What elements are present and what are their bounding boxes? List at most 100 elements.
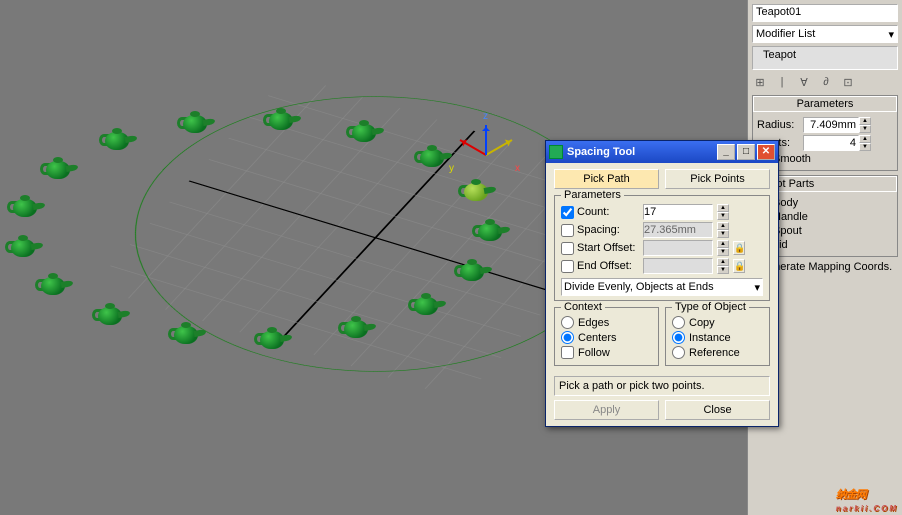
teapot-instance[interactable] xyxy=(5,195,45,221)
radius-label: Radius: xyxy=(757,119,801,131)
group-label-type: Type of Object xyxy=(672,301,749,313)
type-instance-radio[interactable] xyxy=(672,331,685,344)
apply-button[interactable]: Apply xyxy=(554,400,659,420)
spin-up-icon[interactable]: ▲ xyxy=(717,240,729,248)
group-label-context: Context xyxy=(561,301,605,313)
group-context: Context Edges Centers Follow xyxy=(554,307,659,366)
teapot-instance[interactable] xyxy=(166,322,206,348)
modifier-list-dropdown[interactable]: Modifier List ▾ xyxy=(752,25,898,43)
teapot-instance[interactable] xyxy=(336,316,376,342)
context-edges-radio[interactable] xyxy=(561,316,574,329)
close-dialog-button[interactable]: Close xyxy=(665,400,770,420)
mapping-coords-label: enerate Mapping Coords. xyxy=(768,261,892,273)
spin-down-icon[interactable]: ▼ xyxy=(717,266,729,274)
spin-down-icon[interactable]: ▼ xyxy=(717,230,729,238)
spacing-input[interactable] xyxy=(643,222,713,238)
count-input[interactable] xyxy=(643,204,713,220)
modifier-stack[interactable]: Teapot xyxy=(752,46,898,70)
rollout-header-parameters[interactable]: Parameters xyxy=(753,96,897,112)
end-offset-label: End Offset: xyxy=(577,260,632,272)
spacing-mode-value: Divide Evenly, Objects at Ends xyxy=(564,281,714,293)
teapot-instance[interactable] xyxy=(38,157,78,183)
object-name-field[interactable]: Teapot01 xyxy=(752,4,898,22)
end-offset-input[interactable] xyxy=(643,258,713,274)
radius-input[interactable] xyxy=(803,117,859,133)
spacing-mode-dropdown[interactable]: Divide Evenly, Objects at Ends ▾ xyxy=(561,278,763,296)
start-offset-input[interactable] xyxy=(643,240,713,256)
axis-label-y: y xyxy=(449,163,454,174)
segments-input[interactable] xyxy=(803,135,859,151)
spacing-checkbox[interactable] xyxy=(561,224,574,237)
context-centers-radio[interactable] xyxy=(561,331,574,344)
maximize-button[interactable]: □ xyxy=(737,144,755,160)
spin-down-icon[interactable]: ▼ xyxy=(717,248,729,256)
teapot-instance[interactable] xyxy=(90,303,130,329)
modifier-list-label: Modifier List xyxy=(756,28,815,40)
type-instance-label: Instance xyxy=(689,332,731,344)
count-checkbox[interactable] xyxy=(561,206,574,219)
spin-down-icon[interactable]: ▼ xyxy=(859,143,871,151)
spin-up-icon[interactable]: ▲ xyxy=(717,204,729,212)
end-offset-checkbox[interactable] xyxy=(561,260,574,273)
teapot-instance[interactable] xyxy=(3,235,43,261)
dialog-titlebar[interactable]: Spacing Tool _ □ ✕ xyxy=(546,141,778,163)
start-offset-checkbox[interactable] xyxy=(561,242,574,255)
teapot-instance[interactable] xyxy=(452,259,492,285)
make-unique-icon[interactable]: ∂ xyxy=(818,76,834,89)
teapot-instance[interactable] xyxy=(97,128,137,154)
group-type-of-object: Type of Object Copy Instance Reference xyxy=(665,307,770,366)
gizmo-x-axis[interactable] xyxy=(460,139,487,156)
teapot-instance[interactable] xyxy=(33,273,73,299)
show-end-result-icon[interactable]: ∀ xyxy=(796,76,812,89)
teapot-instance[interactable] xyxy=(412,145,452,171)
type-copy-radio[interactable] xyxy=(672,316,685,329)
stack-item-teapot[interactable]: Teapot xyxy=(763,49,796,61)
spin-up-icon[interactable]: ▲ xyxy=(717,258,729,266)
spin-down-icon[interactable]: ▼ xyxy=(859,125,871,133)
spin-up-icon[interactable]: ▲ xyxy=(859,135,871,143)
axis-label-x: x xyxy=(515,163,520,174)
spin-up-icon[interactable]: ▲ xyxy=(717,222,729,230)
segments-spinner[interactable]: ▲▼ xyxy=(803,135,871,151)
context-centers-label: Centers xyxy=(578,332,617,344)
status-text: Pick a path or pick two points. xyxy=(554,376,770,396)
context-edges-label: Edges xyxy=(578,317,609,329)
teapot-instance[interactable] xyxy=(344,120,384,146)
spacing-tool-dialog[interactable]: Spacing Tool _ □ ✕ Pick Path Pick Points… xyxy=(545,140,779,427)
type-reference-radio[interactable] xyxy=(672,346,685,359)
spin-up-icon[interactable]: ▲ xyxy=(859,117,871,125)
configure-sets-icon[interactable]: ⊡ xyxy=(840,76,856,89)
context-follow-checkbox[interactable] xyxy=(561,346,574,359)
teapot-instance[interactable] xyxy=(175,111,215,137)
spacing-label: Spacing: xyxy=(577,224,620,236)
spin-down-icon[interactable]: ▼ xyxy=(717,212,729,220)
count-label: Count: xyxy=(577,206,609,218)
teapot-instance[interactable] xyxy=(406,293,446,319)
lock-icon[interactable]: 🔒 xyxy=(733,241,745,255)
pick-path-button[interactable]: Pick Path xyxy=(554,169,659,189)
teapot-instance[interactable] xyxy=(470,219,510,245)
context-follow-label: Follow xyxy=(578,347,610,359)
chevron-down-icon: ▾ xyxy=(754,281,760,294)
radius-spinner[interactable]: ▲▼ xyxy=(803,117,871,133)
minimize-button[interactable]: _ xyxy=(717,144,735,160)
divider-icon: | xyxy=(774,76,790,89)
group-label-parameters: Parameters xyxy=(561,189,624,201)
pick-points-button[interactable]: Pick Points xyxy=(665,169,770,189)
app-icon xyxy=(549,145,563,159)
pin-stack-icon[interactable]: ⊞ xyxy=(752,76,768,89)
stack-toolbar: ⊞ | ∀ ∂ ⊡ xyxy=(752,76,898,89)
teapot-instance[interactable] xyxy=(252,327,292,353)
type-reference-label: Reference xyxy=(689,347,740,359)
gizmo-y-axis[interactable] xyxy=(486,139,513,156)
axis-label-z: z xyxy=(483,111,488,122)
group-parameters: Parameters Count: ▲▼ Spacing: ▲▼ Start O… xyxy=(554,195,770,301)
close-button[interactable]: ✕ xyxy=(757,144,775,160)
start-offset-label: Start Offset: xyxy=(577,242,636,254)
teapot-instance[interactable] xyxy=(261,108,301,134)
dialog-title: Spacing Tool xyxy=(567,146,635,158)
chevron-down-icon: ▾ xyxy=(888,28,894,41)
gizmo-z-axis[interactable] xyxy=(485,125,487,155)
lock-icon[interactable]: 🔒 xyxy=(733,259,745,273)
transform-gizmo[interactable]: x y z xyxy=(455,125,515,185)
